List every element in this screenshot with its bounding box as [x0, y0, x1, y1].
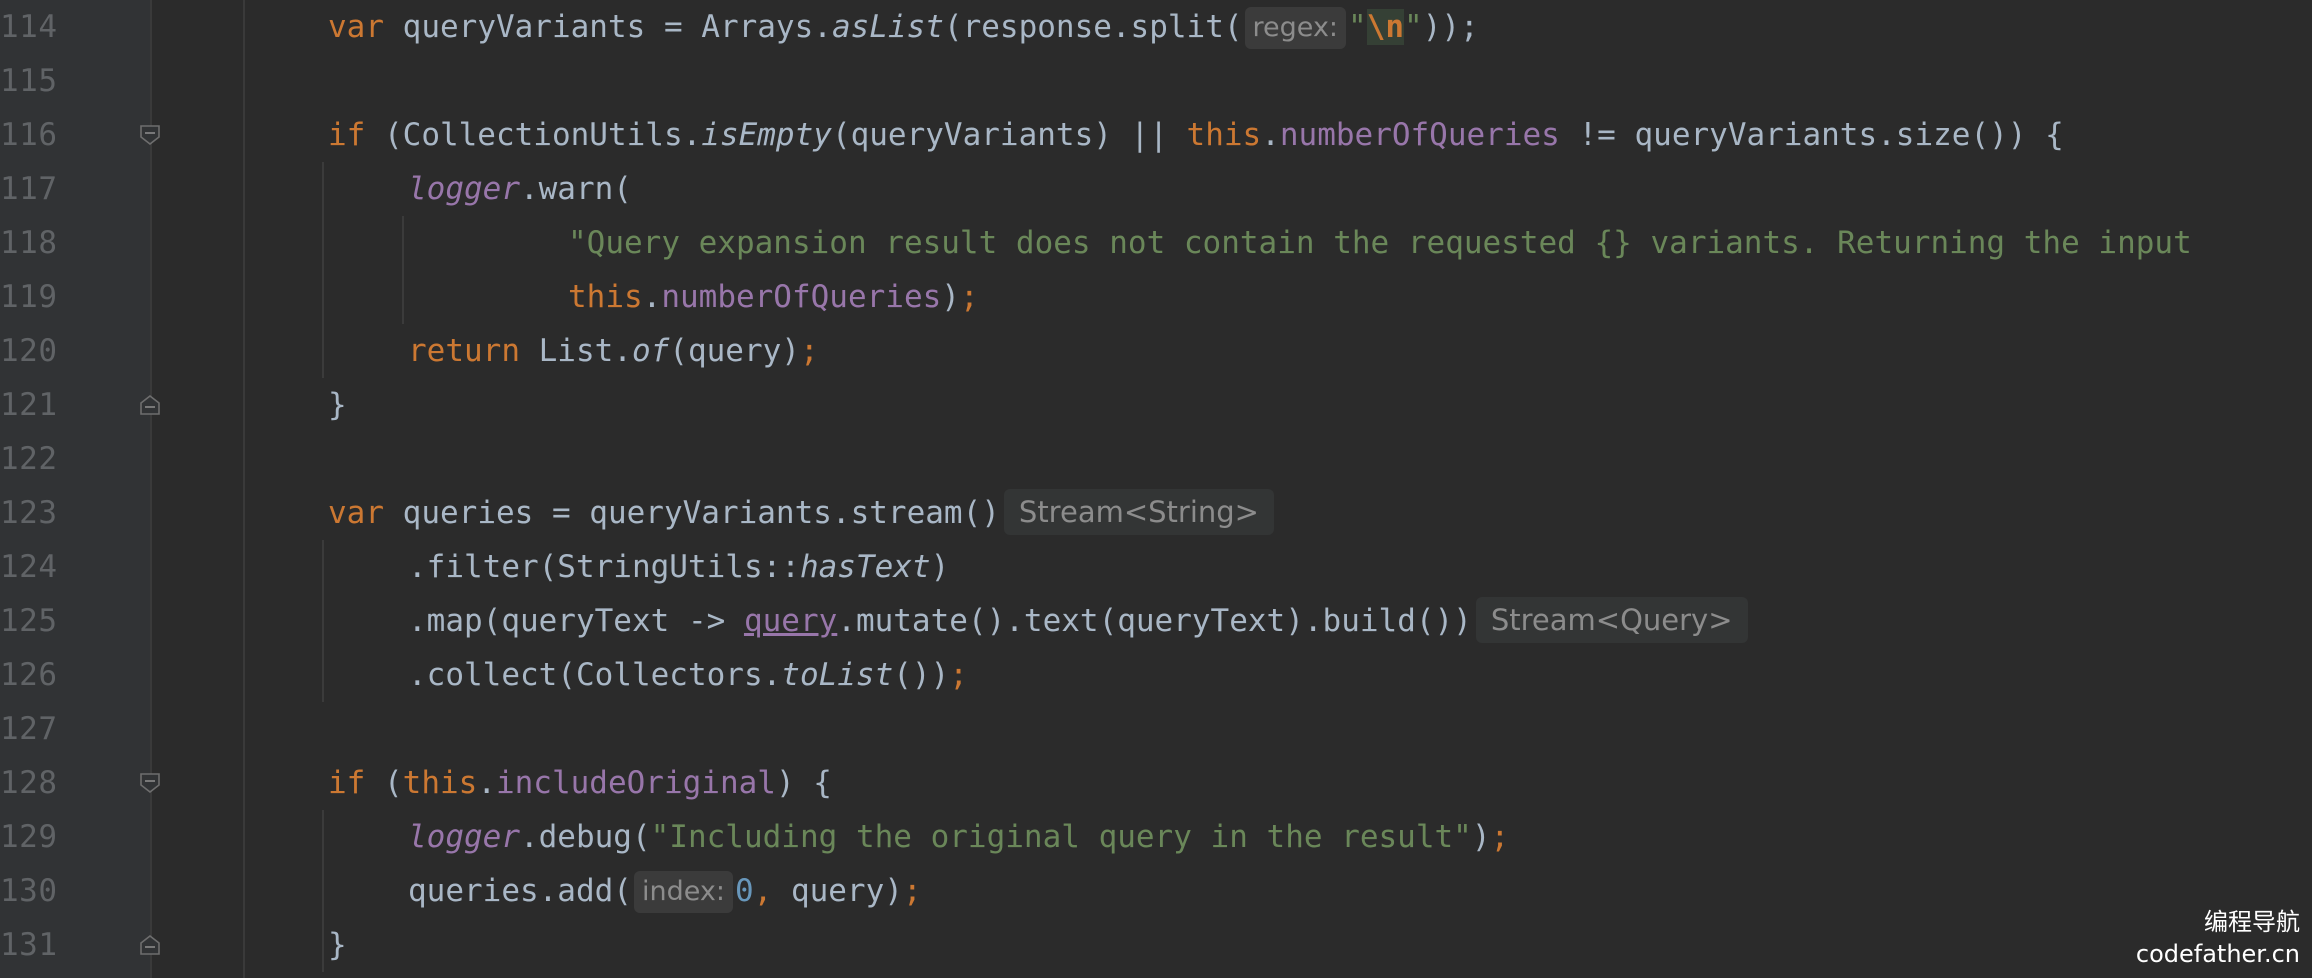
- code-line-127[interactable]: 127: [0, 702, 2312, 756]
- code-line-124[interactable]: 124 .filter(StringUtils::hasText): [0, 540, 2312, 594]
- code-text[interactable]: var queryVariants = Arrays.asList(respon…: [328, 0, 1479, 54]
- code-text[interactable]: logger.warn(: [408, 162, 632, 216]
- type-hint: Stream<String>: [1003, 489, 1274, 535]
- code-line-119[interactable]: 119 this.numberOfQueries);: [0, 270, 2312, 324]
- watermark-title: 编程导航: [2204, 908, 2300, 936]
- code-text[interactable]: .filter(StringUtils::hasText): [408, 540, 949, 594]
- code-line-125[interactable]: 125 .map(queryText -> query.mutate().tex…: [0, 594, 2312, 648]
- code-text[interactable]: .map(queryText -> query.mutate().text(qu…: [408, 594, 1748, 648]
- code-line-128[interactable]: 128 if (this.includeOriginal) {: [0, 756, 2312, 810]
- fold-open-icon[interactable]: [139, 772, 161, 794]
- line-number[interactable]: 129: [0, 810, 58, 864]
- code-text[interactable]: "Query expansion result does not contain…: [568, 216, 2192, 270]
- captured-variable-query: query: [743, 603, 838, 639]
- code-text[interactable]: }: [328, 378, 347, 432]
- code-text[interactable]: logger.debug("Including the original que…: [408, 810, 1509, 864]
- code-text[interactable]: if (this.includeOriginal) {: [328, 756, 832, 810]
- fold-close-icon[interactable]: [139, 394, 161, 416]
- escape-sequence: \n: [1366, 9, 1405, 45]
- code-text[interactable]: queries.add(index: 0, query);: [408, 864, 922, 918]
- type-hint: Stream<Query>: [1475, 597, 1748, 643]
- line-number[interactable]: 125: [0, 594, 58, 648]
- param-hint-regex: regex:: [1244, 7, 1347, 49]
- line-number[interactable]: 121: [0, 378, 58, 432]
- line-number[interactable]: 131: [0, 918, 58, 972]
- line-number[interactable]: 119: [0, 270, 58, 324]
- watermark-url: codefather.cn: [2135, 940, 2300, 968]
- line-number[interactable]: 114: [0, 0, 58, 54]
- watermark: 编程导航 codefather.cn: [2136, 906, 2300, 970]
- line-number[interactable]: 116: [0, 108, 58, 162]
- code-line-116[interactable]: 116 if (CollectionUtils.isEmpty(queryVar…: [0, 108, 2312, 162]
- code-line-122[interactable]: 122: [0, 432, 2312, 486]
- line-number[interactable]: 126: [0, 648, 58, 702]
- line-number[interactable]: 130: [0, 864, 58, 918]
- param-hint-index: index:: [633, 871, 733, 913]
- code-line-130[interactable]: 130 queries.add(index: 0, query);: [0, 864, 2312, 918]
- code-line-114[interactable]: 114 var queryVariants = Arrays.asList(re…: [0, 0, 2312, 54]
- code-text[interactable]: if (CollectionUtils.isEmpty(queryVariant…: [328, 108, 2064, 162]
- method-asList: asList: [831, 9, 944, 45]
- code-text[interactable]: this.numberOfQueries);: [568, 270, 979, 324]
- code-line-115[interactable]: 115: [0, 54, 2312, 108]
- code-editor[interactable]: 114 var queryVariants = Arrays.asList(re…: [0, 0, 2312, 978]
- code-line-123[interactable]: 123 var queries = queryVariants.stream()…: [0, 486, 2312, 540]
- fold-close-icon[interactable]: [139, 934, 161, 956]
- code-line-120[interactable]: 120 return List.of(query);: [0, 324, 2312, 378]
- fold-open-icon[interactable]: [139, 124, 161, 146]
- line-number[interactable]: 122: [0, 432, 58, 486]
- code-text[interactable]: }: [328, 918, 347, 972]
- line-number[interactable]: 127: [0, 702, 58, 756]
- line-number[interactable]: 117: [0, 162, 58, 216]
- code-text[interactable]: return List.of(query);: [408, 324, 819, 378]
- line-number[interactable]: 128: [0, 756, 58, 810]
- code-text[interactable]: .collect(Collectors.toList());: [408, 648, 968, 702]
- code-line-117[interactable]: 117 logger.warn(: [0, 162, 2312, 216]
- code-line-131[interactable]: 131 }: [0, 918, 2312, 972]
- line-number[interactable]: 115: [0, 54, 58, 108]
- keyword-var: var: [328, 9, 384, 45]
- line-number[interactable]: 120: [0, 324, 58, 378]
- code-text[interactable]: var queries = queryVariants.stream() Stre…: [328, 486, 1274, 540]
- line-number[interactable]: 118: [0, 216, 58, 270]
- code-line-126[interactable]: 126 .collect(Collectors.toList());: [0, 648, 2312, 702]
- code-line-118[interactable]: 118 "Query expansion result does not con…: [0, 216, 2312, 270]
- code-line-129[interactable]: 129 logger.debug("Including the original…: [0, 810, 2312, 864]
- line-number[interactable]: 124: [0, 540, 58, 594]
- line-number[interactable]: 123: [0, 486, 58, 540]
- code-line-121[interactable]: 121 }: [0, 378, 2312, 432]
